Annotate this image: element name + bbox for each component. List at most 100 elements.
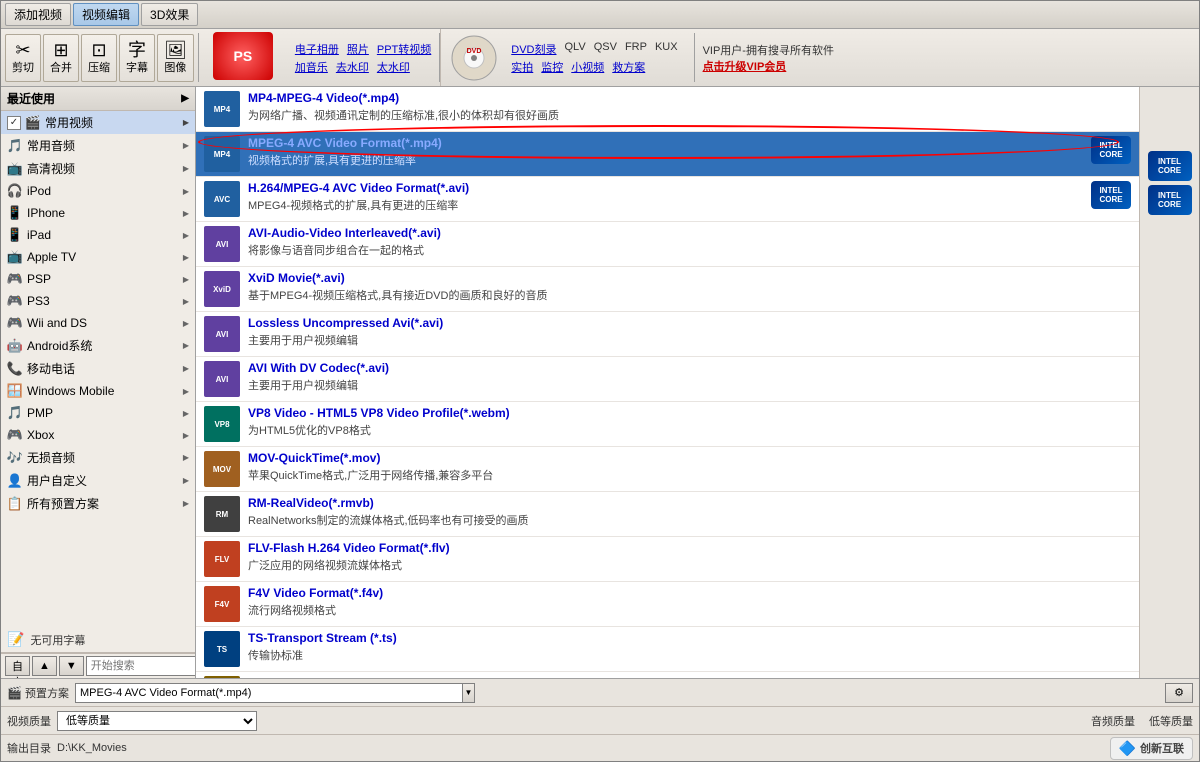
preset-bar: 🎬 预置方案 ▼ ⚙ bbox=[1, 679, 1199, 707]
video-quality-label: 视频质量 bbox=[7, 713, 51, 729]
sidebar-label-common-audio: 常用音频 bbox=[27, 137, 179, 154]
sidebar-item-ps3[interactable]: 🎮 PS3 ▶ bbox=[1, 290, 195, 312]
format-name-dvd-vob[interactable]: DVD-Video Format(*.vob) bbox=[248, 676, 1131, 678]
format-name-f4v-video[interactable]: F4V Video Format(*.f4v) bbox=[248, 586, 1131, 600]
sidebar-up-btn[interactable]: ▲ bbox=[32, 656, 57, 676]
preset-input-group: ▼ bbox=[75, 683, 475, 703]
sidebar-search-input[interactable] bbox=[86, 656, 196, 676]
format-name-h264-mpeg4[interactable]: H.264/MPEG-4 AVC Video Format(*.avi) bbox=[248, 181, 1083, 195]
watermark-link[interactable]: 太水印 bbox=[377, 59, 410, 75]
logo-area: 🔷 创新互联 bbox=[1110, 737, 1193, 760]
preset-value-input[interactable] bbox=[75, 683, 463, 703]
format-name-flv-flash[interactable]: FLV-Flash H.264 Video Format(*.flv) bbox=[248, 541, 1131, 555]
sidebar-label-user-defined: 用户自定义 bbox=[27, 472, 179, 489]
format-name-ts-transport[interactable]: TS-Transport Stream (*.ts) bbox=[248, 631, 1131, 645]
compress-button[interactable]: ⊡ 压缩 bbox=[81, 34, 117, 82]
photo-link[interactable]: 照片 bbox=[347, 41, 369, 57]
lossless-audio-icon: 🎶 bbox=[7, 450, 23, 466]
dvd-burn-link[interactable]: DVD刻录 bbox=[511, 41, 556, 57]
chevron-right-icon-xbox: ▶ bbox=[183, 431, 189, 440]
sidebar-item-common-video[interactable]: ✓ 🎬 常用视频 ▶ bbox=[1, 111, 195, 134]
video-quality-select[interactable]: 低等质量 bbox=[57, 711, 257, 731]
merge-button[interactable]: ⊞ 合并 bbox=[43, 34, 79, 82]
sidebar-item-wii[interactable]: 🎮 Wii and DS ▶ bbox=[1, 312, 195, 334]
sidebar-item-xbox[interactable]: 🎮 Xbox ▶ bbox=[1, 424, 195, 446]
sidebar-item-mobile[interactable]: 📞 移动电话 ▶ bbox=[1, 357, 195, 380]
format-desc-f4v-video: 流行网络视频格式 bbox=[248, 602, 1131, 618]
format-item-avi-dv-codec[interactable]: AVI AVI With DV Codec(*.avi) 主要用于用户视频编辑 bbox=[196, 357, 1139, 402]
format-desc-vp8-webm: 为HTML5优化的VP8格式 bbox=[248, 422, 1131, 438]
sidebar-item-iphone[interactable]: 📱 IPhone ▶ bbox=[1, 202, 195, 224]
sidebar-item-ipad[interactable]: 📱 iPad ▶ bbox=[1, 224, 195, 246]
sidebar-item-common-audio[interactable]: 🎵 常用音频 ▶ bbox=[1, 134, 195, 157]
sidebar-item-all-presets[interactable]: 📋 所有预置方案 ▶ bbox=[1, 492, 195, 515]
format-icon-avi-audio-video: AVI bbox=[204, 226, 240, 262]
sidebar-item-lossless-audio[interactable]: 🎶 无损音频 ▶ bbox=[1, 446, 195, 469]
format-item-lossless-avi[interactable]: AVI Lossless Uncompressed Avi(*.avi) 主要用… bbox=[196, 312, 1139, 357]
sidebar-item-winmobile[interactable]: 🪟 Windows Mobile ▶ bbox=[1, 380, 195, 402]
format-name-mov-quicktime[interactable]: MOV-QuickTime(*.mov) bbox=[248, 451, 1131, 465]
hd-icon: 📺 bbox=[7, 161, 23, 177]
format-item-avi-audio-video[interactable]: AVI AVI-Audio-Video Interleaved(*.avi) 将… bbox=[196, 222, 1139, 267]
format-item-mov-quicktime[interactable]: MOV MOV-QuickTime(*.mov) 苹果QuickTime格式,广… bbox=[196, 447, 1139, 492]
sidebar-item-user-defined[interactable]: 👤 用户自定义 ▶ bbox=[1, 469, 195, 492]
sidebar-checkbox-common-video[interactable]: ✓ bbox=[7, 116, 21, 130]
sidebar-item-hd-video[interactable]: 📺 高清视频 ▶ bbox=[1, 157, 195, 180]
sidebar-item-ipod[interactable]: 🎧 iPod ▶ bbox=[1, 180, 195, 202]
custom-btn[interactable]: 自定义 bbox=[5, 656, 30, 676]
sidebar-scroll: 最近使用 ▶ ✓ 🎬 常用视频 ▶ 🎵 常用音频 ▶ bbox=[1, 87, 195, 627]
add-title-link[interactable]: 去水印 bbox=[336, 59, 369, 75]
format-item-f4v-video[interactable]: F4V F4V Video Format(*.f4v) 流行网络视频格式 bbox=[196, 582, 1139, 627]
mobile-icon: 📞 bbox=[7, 361, 23, 377]
dvd-link-row1: DVD刻录 QLV QSV FRP KUX bbox=[511, 41, 677, 57]
format-item-xvid-movie[interactable]: XviD XviD Movie(*.avi) 基于MPEG4-视频压缩格式,具有… bbox=[196, 267, 1139, 312]
sidebar-item-pmp[interactable]: 🎵 PMP ▶ bbox=[1, 402, 195, 424]
format-name-xvid-movie[interactable]: XviD Movie(*.avi) bbox=[248, 271, 1131, 285]
intel-badge-2: INTELCORE bbox=[1148, 185, 1192, 215]
format-name-avi-audio-video[interactable]: AVI-Audio-Video Interleaved(*.avi) bbox=[248, 226, 1131, 240]
format-item-ts-transport[interactable]: TS TS-Transport Stream (*.ts) 传输协标准 bbox=[196, 627, 1139, 672]
add-video-button[interactable]: 添加视频 bbox=[5, 3, 71, 26]
format-item-mpeg4-avc[interactable]: MP4 MPEG-4 AVC Video Format(*.mp4) 视频格式的… bbox=[196, 132, 1139, 177]
format-item-dvd-vob[interactable]: DVD DVD-Video Format(*.vob) 输出DVD视频 bbox=[196, 672, 1139, 678]
video-edit-button[interactable]: 视频编辑 bbox=[73, 3, 139, 26]
sidebar-label-appletv: Apple TV bbox=[27, 250, 179, 264]
scheme-link[interactable]: 救方案 bbox=[612, 59, 645, 75]
sidebar-label-ipod: iPod bbox=[27, 184, 179, 198]
format-name-rm-realvideo[interactable]: RM-RealVideo(*.rmvb) bbox=[248, 496, 1131, 510]
photo-album-link[interactable]: 电子相册 bbox=[295, 41, 339, 57]
sidebar-down-btn[interactable]: ▼ bbox=[59, 656, 84, 676]
format-name-mpeg4-avc[interactable]: MPEG-4 AVC Video Format(*.mp4) bbox=[248, 136, 1083, 150]
format-icon-vp8-webm: VP8 bbox=[204, 406, 240, 442]
preset-dropdown-btn[interactable]: ▼ bbox=[463, 683, 475, 703]
sidebar-item-appletv[interactable]: 📺 Apple TV ▶ bbox=[1, 246, 195, 268]
format-name-lossless-avi[interactable]: Lossless Uncompressed Avi(*.avi) bbox=[248, 316, 1131, 330]
subtitle-button[interactable]: 字 字幕 bbox=[119, 34, 155, 82]
format-name-mp4-mpeg4[interactable]: MP4-MPEG-4 Video(*.mp4) bbox=[248, 91, 1131, 105]
bottom-area: 🎬 预置方案 ▼ ⚙ 视频质量 低等质量 音频质量 低等质量 输出目录 D:\K… bbox=[1, 678, 1199, 761]
sidebar-item-android[interactable]: 🤖 Android系统 ▶ bbox=[1, 334, 195, 357]
format-item-h264-mpeg4[interactable]: AVC H.264/MPEG-4 AVC Video Format(*.avi)… bbox=[196, 177, 1139, 222]
format-info-dvd-vob: DVD-Video Format(*.vob) 输出DVD视频 bbox=[248, 676, 1131, 678]
format-item-mp4-mpeg4[interactable]: MP4 MP4-MPEG-4 Video(*.mp4) 为网络广播、视频通讯定制… bbox=[196, 87, 1139, 132]
format-item-flv-flash[interactable]: FLV FLV-Flash H.264 Video Format(*.flv) … bbox=[196, 537, 1139, 582]
format-item-vp8-webm[interactable]: VP8 VP8 Video - HTML5 VP8 Video Profile(… bbox=[196, 402, 1139, 447]
format-info-rm-realvideo: RM-RealVideo(*.rmvb) RealNetworks制定的流媒体格… bbox=[248, 496, 1131, 528]
image-button[interactable]: 🖼 图像 bbox=[157, 34, 194, 82]
add-music-link[interactable]: 加音乐 bbox=[295, 59, 328, 75]
3d-effect-button[interactable]: 3D效果 bbox=[141, 3, 198, 26]
format-item-rm-realvideo[interactable]: RM RM-RealVideo(*.rmvb) RealNetworks制定的流… bbox=[196, 492, 1139, 537]
short-video-link[interactable]: 小视频 bbox=[571, 59, 604, 75]
format-name-avi-dv-codec[interactable]: AVI With DV Codec(*.avi) bbox=[248, 361, 1131, 375]
format-name-vp8-webm[interactable]: VP8 Video - HTML5 VP8 Video Profile(*.we… bbox=[248, 406, 1131, 420]
live-shoot-link[interactable]: 实拍 bbox=[511, 59, 533, 75]
cut-button[interactable]: ✂ 剪切 bbox=[5, 34, 41, 82]
sidebar-item-psp[interactable]: 🎮 PSP ▶ bbox=[1, 268, 195, 290]
second-toolbar: ✂ 剪切 ⊞ 合并 ⊡ 压缩 字 字幕 🖼 图像 PS bbox=[1, 29, 1199, 87]
format-icon-flv-flash: FLV bbox=[204, 541, 240, 577]
monitor-link[interactable]: 监控 bbox=[541, 59, 563, 75]
settings-button[interactable]: ⚙ bbox=[1165, 683, 1193, 703]
vip-upgrade-link[interactable]: 点击升级VIP会员 bbox=[703, 58, 787, 74]
content-area: MP4 MP4-MPEG-4 Video(*.mp4) 为网络广播、视频通讯定制… bbox=[196, 87, 1139, 678]
ppt-link[interactable]: PPT转视频 bbox=[377, 41, 431, 57]
